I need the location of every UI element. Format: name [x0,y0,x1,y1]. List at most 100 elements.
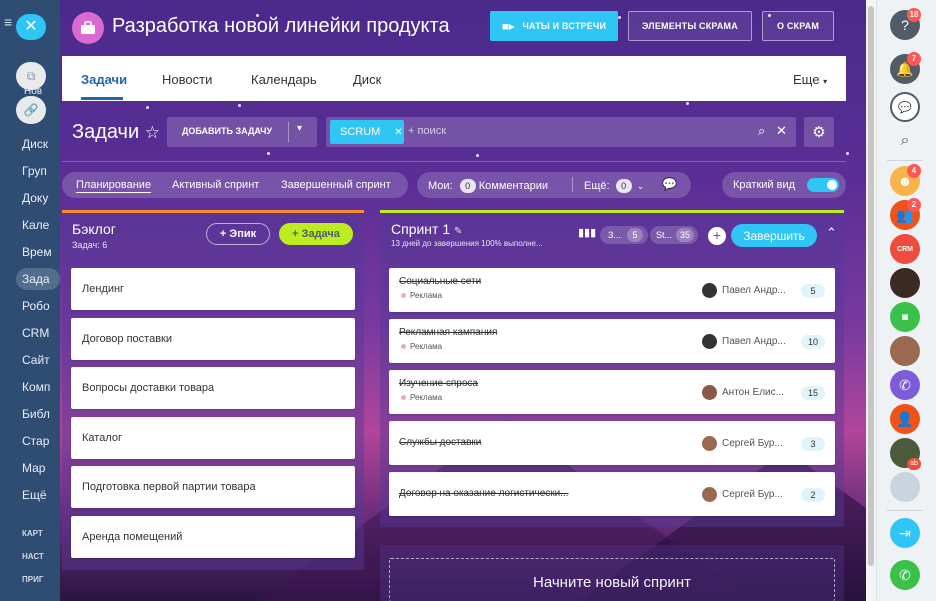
sprint-item-title: Социальные сети [399,276,482,287]
star [267,152,270,155]
add-task-label: ДОБАВИТЬ ЗАДАЧУ [182,126,273,136]
about-scrum-button[interactable]: О СКРАМ [762,11,834,41]
sprint-stat-tasks: З... 5 [600,226,648,244]
sprint-subtitle: 13 дней до завершения 100% выполне... [391,239,543,248]
sidebar-item[interactable]: Сайт [22,353,50,367]
sidebar-item[interactable]: Кале [22,218,49,232]
sidebar-item[interactable]: Ещё [22,488,47,502]
search-field[interactable]: SCRUM ✕ + поиск ⌕ ✕ [326,117,796,147]
sidebar-item[interactable]: Доку [22,191,48,205]
backlog-item[interactable]: Договор поставки [71,318,355,360]
close-icon[interactable]: ✕ [394,127,402,138]
chats-meetings-button[interactable]: ■▸ ЧАТЫ И ВСТРЕЧИ [490,11,618,41]
sidebar-item[interactable]: Библ [22,407,50,421]
chart-icon[interactable]: ▮▮▮ [578,226,596,239]
tab-more[interactable]: Еще ▾ [793,72,827,87]
sidebar-item[interactable]: Мар [22,461,45,475]
search-input[interactable]: + поиск [408,125,446,137]
sidebar-item[interactable]: Груп [22,164,47,178]
tab-disk[interactable]: Диск [353,72,381,87]
add-epic-button[interactable]: + Эпик [206,223,270,245]
scrollbar[interactable] [866,0,876,601]
stat-label: St... [656,230,673,240]
filter-chip-label: SCRUM [340,126,381,138]
add-chat-icon[interactable]: ⇥ [890,518,920,548]
scrollbar-thumb[interactable] [868,6,874,566]
sprint-item-tag: Реклама [401,393,442,402]
sidebar-item[interactable]: ПРИГ [22,575,43,584]
scrum-elements-button[interactable]: ЭЛЕМЕНТЫ СКРАМА [628,11,752,41]
sprint-item-assignee: Антон Елис... [722,387,784,398]
chat-icon[interactable]: 💬 [662,177,677,191]
menu-icon[interactable]: ≡ [4,14,12,30]
star [238,104,241,107]
star-icon[interactable]: ☆ [145,123,160,142]
chevron-down-icon[interactable]: ▾ [297,123,302,134]
backlog-item[interactable]: Аренда помещений [71,516,355,558]
sidebar-item[interactable]: НАСТ [22,552,44,561]
story-points: 10 [801,335,825,349]
search-icon[interactable]: ⌕ [758,123,765,139]
finish-sprint-button[interactable]: Завершить [731,224,817,247]
avatar[interactable] [890,268,920,298]
view-finished-sprint[interactable]: Завершенный спринт [281,179,391,191]
sprint-item-assignee: Сергей Бур... [722,438,783,449]
toggle-switch[interactable] [807,178,839,192]
user-icon[interactable]: 👤 [890,404,920,434]
tab-news[interactable]: Новости [162,72,212,87]
comments-label: Комментарии [478,180,549,192]
sprint-item[interactable]: Договор на оказание логистически... Серг… [389,472,835,516]
gear-icon: ⚙ [812,124,826,141]
divider [887,510,923,511]
mine-filter[interactable]: Мои: 0 Комментарии [428,179,548,193]
backlog-item[interactable]: Подготовка первой партии товара [71,466,355,508]
sidebar-item[interactable]: Робо [22,299,50,313]
page-title: Разработка новой линейки продукта [112,15,450,37]
backlog-item[interactable]: Вопросы доставки товара [71,367,355,409]
avatar [702,487,717,502]
sprint-item[interactable]: Рекламная кампания Реклама Павел Андр...… [389,319,835,363]
more-filter[interactable]: Ещё: 0 ⌄ [584,179,644,193]
clear-icon[interactable]: ✕ [776,123,787,139]
phone-call-icon[interactable]: ✆ [890,560,920,590]
view-planning[interactable]: Планирование [76,179,152,193]
crm-chat-icon[interactable]: ▣ [890,302,920,332]
sidebar-item-tasks[interactable]: Зада [22,272,50,286]
sprint-item[interactable]: Изучение спроса Реклама Антон Елис... 15 [389,370,835,414]
chevron-up-icon[interactable]: ⌃ [826,225,837,241]
settings-button[interactable]: ⚙ [804,117,834,147]
backlog-count: Задач: 6 [72,240,108,250]
tab-more-label: Еще [793,72,820,87]
sidebar-item[interactable]: КАРТ [22,529,43,538]
sidebar-item[interactable]: Комп [22,380,50,394]
sidebar-item[interactable]: Диск [22,137,48,151]
backlog-item[interactable]: Лендинг [71,268,355,310]
tasks-heading: Задачи ☆ [72,121,160,144]
avatar[interactable] [890,472,920,502]
sprint-item[interactable]: Социальные сети Реклама Павел Андр... 5 [389,268,835,312]
pencil-icon[interactable]: ✎ [454,226,462,237]
sidebar-item[interactable]: CRM [22,326,49,340]
start-new-sprint-dropzone[interactable]: Начните новый спринт [389,558,835,601]
search-icon[interactable]: ⌕ [890,126,920,156]
backlog-item[interactable]: Каталог [71,417,355,459]
tab-calendar[interactable]: Календарь [251,72,317,87]
add-icon[interactable]: + [708,227,726,245]
chevron-down-icon: ▾ [823,77,828,86]
crm-icon[interactable]: CRM [890,234,920,264]
add-task-button[interactable]: ДОБАВИТЬ ЗАДАЧУ ▾ [167,117,317,147]
link-icon[interactable]: 🔗 [16,96,46,124]
close-button[interactable]: ✕ [16,14,46,40]
add-task-button[interactable]: + Задача [279,223,353,245]
sidebar-item[interactable]: Стар [22,434,49,448]
view-active-sprint[interactable]: Активный спринт [172,179,259,191]
tab-tasks[interactable]: Задачи [81,72,127,87]
sprint-item[interactable]: Службы доставки Сергей Бур... 3 [389,421,835,465]
sidebar-item[interactable]: Врем [22,245,52,259]
filter-chip-scrum[interactable]: SCRUM ✕ [330,120,404,144]
avatar [702,385,717,400]
avatar[interactable] [890,336,920,366]
chat-bubble-icon[interactable]: 💬 [890,92,920,122]
notification-badge: 4 [907,164,921,178]
phone-icon[interactable]: ✆ [890,370,920,400]
